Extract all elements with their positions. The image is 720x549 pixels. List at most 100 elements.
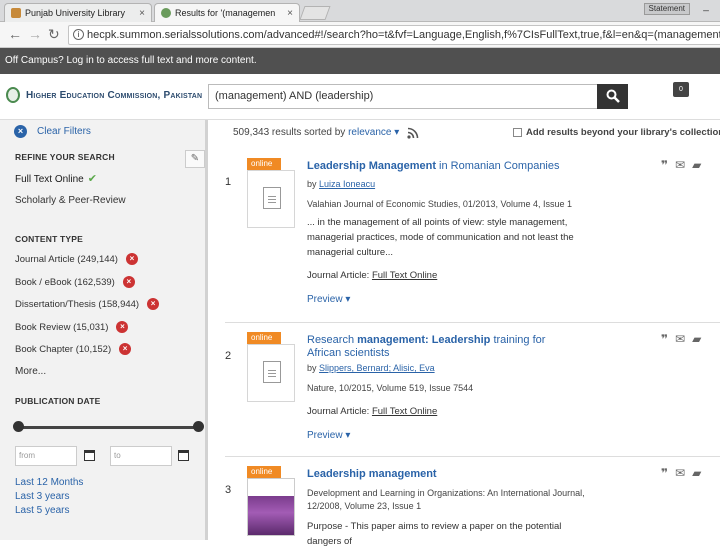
title-text: in Romanian Companies <box>435 160 560 172</box>
publication-date-heading: PUBLICATION DATE <box>15 396 101 406</box>
tab-results[interactable]: Results for '(managemen × <box>154 3 300 22</box>
facet-label: Book / eBook (162,539) <box>15 276 115 288</box>
online-badge: online <box>247 158 281 170</box>
result-title[interactable]: Leadership Management in Romanian Compan… <box>307 160 577 173</box>
range-last-3-years[interactable]: Last 3 years <box>15 491 69 502</box>
results-summary: 509,343 results sorted by relevance ▾ <box>233 127 399 138</box>
result-snippet: Purpose - This paper aims to review a pa… <box>307 521 562 547</box>
email-icon[interactable]: ✉ <box>675 332 685 346</box>
document-icon <box>263 361 281 383</box>
author-link[interactable]: Slippers, Bernard; Alisic, Eva <box>319 363 435 373</box>
remove-facet-icon[interactable]: × <box>147 298 160 310</box>
result-number: 2 <box>225 350 232 362</box>
cite-icon[interactable]: ❞ <box>661 332 668 346</box>
window-minimize-icon[interactable]: _ <box>698 2 714 15</box>
summon-favicon-icon <box>161 8 171 18</box>
window-user-badge[interactable]: Statement <box>643 3 690 15</box>
facet-book-ebook[interactable]: Book / eBook (162,539) × <box>15 276 135 288</box>
document-thumbnail[interactable] <box>247 170 295 228</box>
remove-facet-icon[interactable]: × <box>125 253 138 265</box>
result-title[interactable]: Research management: Leadership training… <box>307 334 577 360</box>
preview-toggle[interactable]: Preview ▾ <box>307 430 350 441</box>
calendar-icon[interactable] <box>84 450 95 461</box>
full-text-link[interactable]: Full Text Online <box>372 270 437 281</box>
reload-icon[interactable]: ↻ <box>48 27 60 41</box>
forward-icon[interactable]: → <box>28 27 42 41</box>
cite-icon[interactable]: ❞ <box>661 158 668 172</box>
title-highlight: management: Leadership <box>357 334 491 346</box>
scholarly-filter[interactable]: Scholarly & Peer-Review <box>15 195 126 206</box>
online-badge: online <box>247 466 281 478</box>
author-link[interactable]: Luiza Ioneacu <box>319 179 375 189</box>
sort-dropdown[interactable]: relevance ▾ <box>348 127 399 138</box>
full-text-online-filter[interactable]: Full Text Online ✔ <box>15 172 97 185</box>
url-field[interactable]: i hecpk.summon.serialssolutions.com/adva… <box>68 25 720 45</box>
tab-punjab-library[interactable]: Punjab University Library × <box>4 3 152 22</box>
divider <box>225 456 720 457</box>
facet-book-chapter[interactable]: Book Chapter (10,152) × <box>15 343 132 355</box>
tab-close-icon[interactable]: × <box>139 8 145 19</box>
new-tab-button[interactable] <box>299 6 331 20</box>
search-button[interactable] <box>597 84 628 109</box>
edit-pencil-icon[interactable]: ✎ <box>185 150 205 168</box>
author-prefix: by <box>307 179 317 189</box>
remove-facet-icon[interactable]: × <box>116 321 129 333</box>
facet-book-review[interactable]: Book Review (15,031) × <box>15 321 129 333</box>
date-to-input[interactable]: to <box>110 446 172 466</box>
journal-cover-image[interactable] <box>247 478 295 536</box>
tab-label: Punjab University Library <box>25 8 126 18</box>
add-to-folder-icon[interactable]: ▰ <box>692 332 701 346</box>
result-actions: ❞ ✉ ▰ <box>661 466 701 480</box>
add-to-folder-icon[interactable]: ▰ <box>692 466 701 480</box>
calendar-icon[interactable] <box>178 450 189 461</box>
range-last-12-months[interactable]: Last 12 Months <box>15 477 83 488</box>
title-highlight: Leadership management <box>307 468 437 480</box>
result-type: Journal Article: Full Text Online <box>307 406 437 417</box>
beyond-collection-toggle[interactable]: Add results beyond your library's collec… <box>513 127 720 138</box>
site-info-icon[interactable]: i <box>73 29 84 40</box>
result-title[interactable]: Leadership management <box>307 468 577 481</box>
result-actions: ❞ ✉ ▰ <box>661 158 701 172</box>
facet-dissertation[interactable]: Dissertation/Thesis (158,944) × <box>15 298 160 310</box>
divider <box>225 322 720 323</box>
email-icon[interactable]: ✉ <box>675 466 685 480</box>
saved-items-folder[interactable]: 0 <box>673 82 689 97</box>
search-input[interactable]: (management) AND (leadership) <box>208 84 598 109</box>
author-prefix: by <box>307 363 317 373</box>
search-icon <box>606 89 620 103</box>
back-icon[interactable]: ← <box>8 27 22 41</box>
range-last-5-years[interactable]: Last 5 years <box>15 505 69 516</box>
results-pane: 509,343 results sorted by relevance ▾ Ad… <box>211 120 720 547</box>
tab-close-icon[interactable]: × <box>287 8 293 19</box>
site-header: Higher Education Commission, Pakistan (m… <box>0 74 720 120</box>
full-text-link[interactable]: Full Text Online <box>372 406 437 417</box>
email-icon[interactable]: ✉ <box>675 158 685 172</box>
cite-icon[interactable]: ❞ <box>661 466 668 480</box>
off-campus-banner[interactable]: Off Campus? Log in to access full text a… <box>0 48 720 74</box>
preview-toggle[interactable]: Preview ▾ <box>307 294 350 305</box>
date-slider-track[interactable] <box>18 426 198 429</box>
remove-facet-icon[interactable]: × <box>119 343 132 355</box>
org-name[interactable]: Higher Education Commission, Pakistan <box>26 90 202 101</box>
result-item: 1 online Leadership Management in Romani… <box>225 158 720 318</box>
date-slider-start-handle[interactable] <box>13 421 24 432</box>
clear-filters-button[interactable]: × Clear Filters <box>14 125 91 138</box>
add-to-folder-icon[interactable]: ▰ <box>692 158 701 172</box>
beyond-checkbox[interactable] <box>513 128 522 137</box>
result-number: 3 <box>225 484 232 496</box>
document-thumbnail[interactable] <box>247 344 295 402</box>
remove-facet-icon[interactable]: × <box>122 276 135 288</box>
content-type-heading: CONTENT TYPE <box>15 234 84 244</box>
result-number: 1 <box>225 176 232 188</box>
date-slider-end-handle[interactable] <box>193 421 204 432</box>
document-icon <box>263 187 281 209</box>
date-from-input[interactable]: from <box>15 446 77 466</box>
rss-icon[interactable] <box>407 127 419 139</box>
facet-journal-article[interactable]: Journal Article (249,144) × <box>15 253 138 265</box>
clear-filters-label: Clear Filters <box>37 126 91 137</box>
type-prefix: Journal Article: <box>307 406 370 417</box>
result-type: Journal Article: Full Text Online <box>307 270 437 281</box>
more-content-types-link[interactable]: More... <box>15 366 46 377</box>
result-author: by Slippers, Bernard; Alisic, Eva <box>307 363 435 373</box>
facet-label: Dissertation/Thesis (158,944) <box>15 298 140 310</box>
